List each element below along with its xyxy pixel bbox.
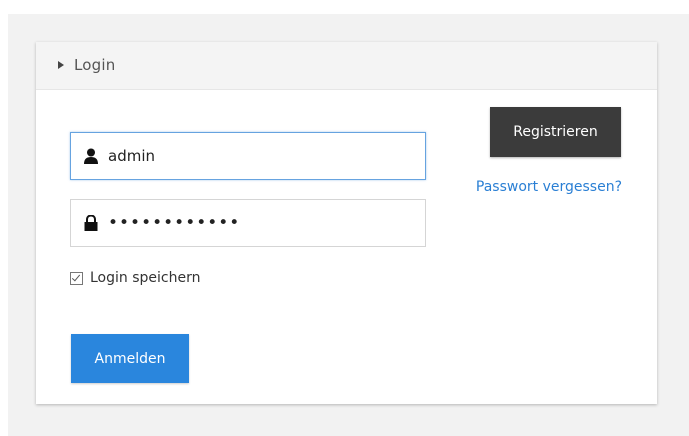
password-field[interactable] xyxy=(70,199,426,247)
forgot-password-link[interactable]: Passwort vergessen? xyxy=(454,179,622,195)
panel-header[interactable]: Login xyxy=(36,42,657,90)
remember-login-checkbox[interactable] xyxy=(70,271,83,285)
lock-icon xyxy=(84,215,98,231)
user-icon xyxy=(84,148,98,164)
login-button[interactable]: Anmelden xyxy=(71,334,189,383)
remember-login-row[interactable]: Login speichern xyxy=(70,269,200,287)
password-input[interactable] xyxy=(108,200,413,246)
login-panel: Login Login speichern Anmelden Registrie… xyxy=(36,42,657,404)
caret-right-icon[interactable] xyxy=(58,61,64,69)
checkmark-icon xyxy=(71,272,81,281)
panel-title: Login xyxy=(74,56,116,74)
remember-login-label[interactable]: Login speichern xyxy=(90,270,200,286)
username-field[interactable] xyxy=(70,132,426,180)
username-input[interactable] xyxy=(108,133,413,179)
register-button[interactable]: Registrieren xyxy=(490,107,621,157)
